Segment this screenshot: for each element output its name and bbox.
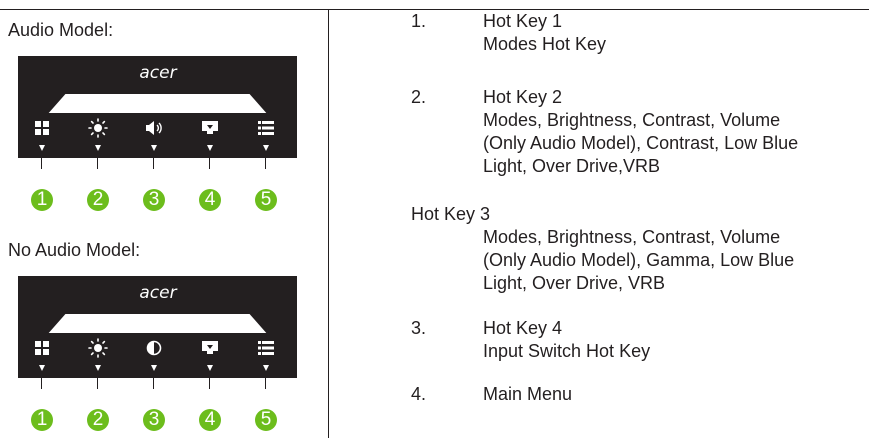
item-title: Hot Key 2 xyxy=(483,87,563,107)
number-badge: 4 xyxy=(199,189,221,211)
connector-line xyxy=(153,378,154,389)
no-audio-model-title: No Audio Model: xyxy=(8,240,141,260)
pointer-triangle xyxy=(151,365,157,371)
brightness-icon xyxy=(86,118,110,138)
item-description-line: Modes, Brightness, Contrast, Volume xyxy=(483,110,781,130)
connector-line xyxy=(265,378,266,389)
acer-logo: acer xyxy=(139,63,177,83)
connector-line xyxy=(41,378,42,389)
number-badge: 5 xyxy=(255,409,277,431)
connector-line xyxy=(209,378,210,389)
item-description: Modes Hot Key xyxy=(483,34,607,54)
number-badge: 2 xyxy=(87,409,109,431)
input-icon xyxy=(198,118,222,138)
pointer-triangle xyxy=(207,365,213,371)
pointer-triangle xyxy=(207,145,213,151)
connector-line xyxy=(97,378,98,389)
number-badge: 3 xyxy=(143,409,165,431)
item-number: 3. xyxy=(411,318,427,338)
acer-logo: acer xyxy=(139,283,177,303)
item-title: Hot Key 1 xyxy=(483,11,563,31)
pointer-triangle xyxy=(95,365,101,371)
item-description-line: (Only Audio Model), Contrast, Low Blue xyxy=(483,133,799,153)
number-badge: 2 xyxy=(87,189,109,211)
item-number: 4. xyxy=(411,384,427,404)
item-title: Hot Key 4 xyxy=(483,318,563,338)
item-number: 1. xyxy=(411,11,427,31)
connector-line xyxy=(153,158,154,169)
item-description-line: (Only Audio Model), Gamma, Low Blue xyxy=(483,250,795,270)
pointer-triangle xyxy=(151,145,157,151)
number-badge: 4 xyxy=(199,409,221,431)
number-badge: 1 xyxy=(31,409,53,431)
pointer-triangle xyxy=(39,145,45,151)
item-description-line: Light, Over Drive, VRB xyxy=(483,273,666,293)
audio-model-title: Audio Model: xyxy=(8,20,114,40)
connector-line xyxy=(209,158,210,169)
table-column-divider xyxy=(328,9,329,438)
contrast-icon xyxy=(142,338,166,358)
connector-line xyxy=(265,158,266,169)
item-title: Hot Key 3 xyxy=(411,204,491,224)
grid-icon xyxy=(30,338,54,358)
number-badge: 1 xyxy=(31,189,53,211)
item-number: 2. xyxy=(411,87,427,107)
number-badge: 5 xyxy=(255,189,277,211)
pointer-triangle xyxy=(95,145,101,151)
menu-icon xyxy=(254,338,278,358)
connector-line xyxy=(97,158,98,169)
grid-icon xyxy=(30,118,54,138)
pointer-triangle xyxy=(263,365,269,371)
pointer-triangle xyxy=(39,365,45,371)
item-description: Input Switch Hot Key xyxy=(483,341,651,361)
speaker-icon xyxy=(142,118,166,138)
item-description-line: Modes, Brightness, Contrast, Volume xyxy=(483,227,781,247)
item-description-line: Light, Over Drive,VRB xyxy=(483,156,661,176)
item-title: Main Menu xyxy=(483,384,573,404)
menu-icon xyxy=(254,118,278,138)
number-badge: 3 xyxy=(143,189,165,211)
connector-line xyxy=(41,158,42,169)
input-icon xyxy=(198,338,222,358)
brightness-icon xyxy=(86,338,110,358)
pointer-triangle xyxy=(263,145,269,151)
